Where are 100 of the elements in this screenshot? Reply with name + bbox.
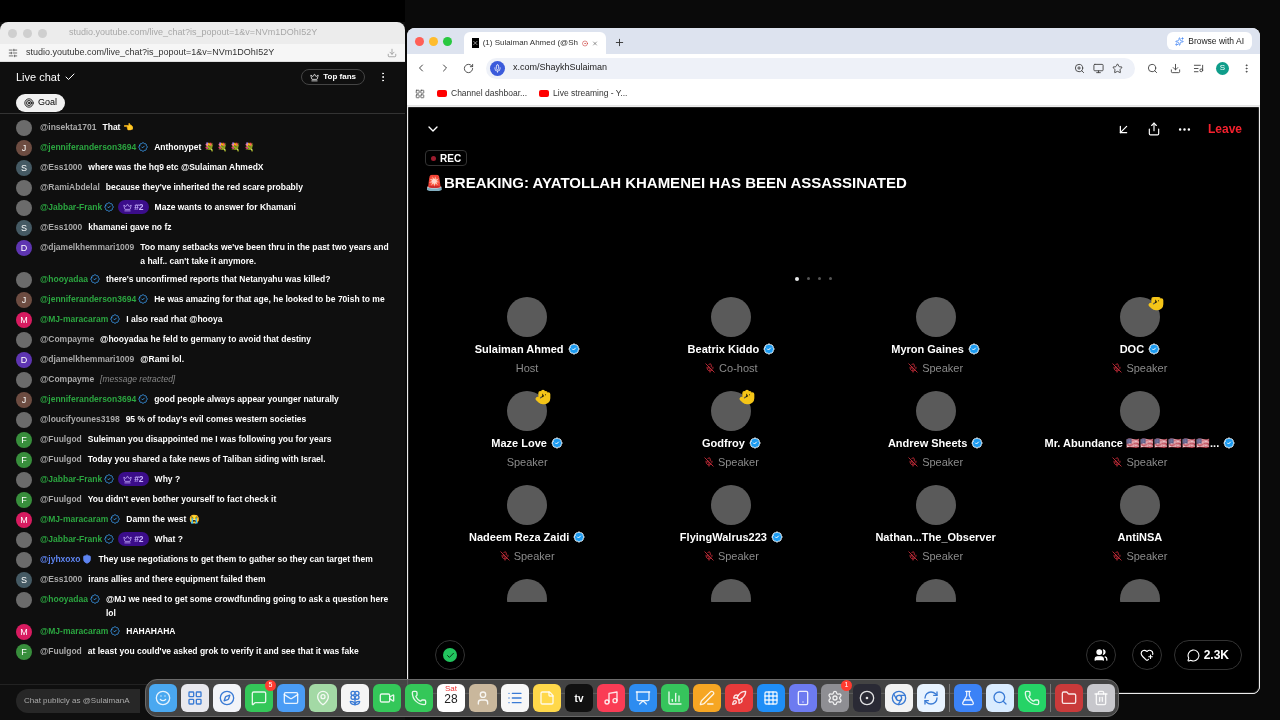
address-bar[interactable]: x.com/ShaykhSulaiman xyxy=(486,57,1135,79)
chat-author[interactable]: @djamelkhemmari1009 xyxy=(40,352,135,366)
avatar-photo-placeholder xyxy=(16,552,32,568)
chat-message: 95 % of today's evil comes western societies xyxy=(125,413,307,426)
chat-message: Damn the west 😭 xyxy=(126,513,200,526)
avatar-photo-placeholder[interactable] xyxy=(1119,296,1160,337)
sync-app-icon[interactable] xyxy=(917,684,945,712)
media-controls-icon[interactable] xyxy=(1193,62,1204,74)
avatar-photo-placeholder xyxy=(16,120,32,136)
bookmark-link[interactable]: Channel dashboar... xyxy=(437,87,528,100)
chat-author[interactable]: @hooyadaa xyxy=(40,592,88,606)
goal-button[interactable]: Goal xyxy=(16,93,65,112)
avatar-photo-placeholder[interactable] xyxy=(507,390,548,431)
rocket-app-icon[interactable] xyxy=(725,684,753,712)
trash-app-icon[interactable] xyxy=(1087,684,1115,712)
photos-app-icon[interactable] xyxy=(341,684,369,712)
chat-author[interactable]: @insekta1701 xyxy=(40,120,97,134)
messages-app-icon[interactable] xyxy=(245,684,273,712)
tv-app-icon[interactable]: tv xyxy=(565,684,593,712)
speaker-role: Speaker xyxy=(922,549,964,564)
chat-message: That 👈 xyxy=(102,121,134,134)
device-app-icon[interactable] xyxy=(789,684,817,712)
launchpad-app-icon[interactable] xyxy=(181,684,209,712)
chat-author[interactable]: @jenniferanderson3694 xyxy=(40,140,137,154)
chat-author[interactable]: @djamelkhemmari1009 xyxy=(40,240,135,254)
member-badge-icon xyxy=(110,314,121,324)
reminders-app-icon[interactable] xyxy=(501,684,529,712)
music-app-icon[interactable] xyxy=(597,684,625,712)
chat-author[interactable]: @Ess1000 xyxy=(40,160,83,174)
notes-app-icon[interactable] xyxy=(533,684,561,712)
chat-author[interactable]: @Jabbar-Frank xyxy=(40,532,103,546)
install-icon[interactable] xyxy=(1093,62,1104,74)
site-settings-icon[interactable] xyxy=(8,47,18,58)
avatar-photo-placeholder xyxy=(16,332,32,348)
download-icon[interactable] xyxy=(1170,62,1181,74)
browser-tab[interactable]: (1) Sulaiman Ahmed (@Sh xyxy=(464,32,606,54)
chat-author[interactable]: @Compayme xyxy=(40,332,95,346)
live-chat-title: Live chat xyxy=(16,69,61,85)
contacts-app-icon[interactable] xyxy=(469,684,497,712)
chrome-app-icon[interactable] xyxy=(885,684,913,712)
phone-app-icon[interactable] xyxy=(405,684,433,712)
chat-author[interactable]: @jenniferanderson3694 xyxy=(40,392,137,406)
chat-message: What ? xyxy=(154,533,183,546)
settings-app-icon[interactable] xyxy=(821,684,849,712)
share-icon[interactable] xyxy=(1146,122,1161,136)
calendar-app-icon[interactable]: Sat 28 xyxy=(437,684,465,712)
apps-grid-icon[interactable] xyxy=(415,88,425,99)
comment-icon xyxy=(1186,648,1200,662)
chat-message: He was amazing for that age, he looked to be 70ish to me xyxy=(154,293,385,306)
mail-app-icon[interactable] xyxy=(277,684,305,712)
chat-author[interactable]: @Fuulgod xyxy=(40,492,82,506)
reload-icon[interactable] xyxy=(463,62,474,74)
chat-author[interactable]: @Fuulgod xyxy=(40,452,82,466)
speaker-name: DOC xyxy=(1119,341,1145,357)
chat-message: I also read rhat @hooya xyxy=(126,313,223,326)
new-tab-icon[interactable] xyxy=(614,37,625,48)
chat-author[interactable]: @jenniferanderson3694 xyxy=(40,292,137,306)
speaker-role: Host xyxy=(515,361,539,376)
chat-author[interactable]: @jyhxoxo xyxy=(40,552,81,566)
avatar-letter: J xyxy=(16,392,32,408)
appstore-app-icon[interactable] xyxy=(757,684,785,712)
zoom-icon[interactable] xyxy=(1074,62,1085,74)
chat-message: khamanei gave no fz xyxy=(88,221,172,234)
mic-icon[interactable] xyxy=(490,60,505,76)
numbers-app-icon[interactable] xyxy=(661,684,689,712)
bookmark-link[interactable]: Live streaming - Y... xyxy=(539,87,628,100)
maps-app-icon[interactable] xyxy=(309,684,337,712)
chat-author[interactable]: @MJ-maracaram xyxy=(40,512,109,526)
finder-app-icon[interactable] xyxy=(149,684,177,712)
chat-message: there's unconfirmed reports that Netanyahu was killed? xyxy=(105,273,331,286)
pages-app-icon[interactable] xyxy=(693,684,721,712)
chat-author[interactable]: @loucifyounes3198 xyxy=(40,412,120,426)
chat-author[interactable]: @RamiAbdelal xyxy=(40,180,100,194)
leave-button[interactable]: Leave xyxy=(1207,120,1242,138)
chat-author[interactable]: @Compayme xyxy=(40,372,95,386)
keynote-app-icon[interactable] xyxy=(629,684,657,712)
chat-author[interactable]: @Jabbar-Frank xyxy=(40,200,103,214)
chat-author[interactable]: @MJ-maracaram xyxy=(40,312,109,326)
avatar-photo-placeholder xyxy=(16,592,32,608)
chat-author[interactable]: @Fuulgod xyxy=(40,644,82,658)
tab-search-icon[interactable] xyxy=(1147,62,1158,74)
folder-app-icon[interactable] xyxy=(1055,684,1083,712)
chat-author[interactable]: @Ess1000 xyxy=(40,572,83,586)
chat-author[interactable]: @Ess1000 xyxy=(40,220,83,234)
chat-author[interactable]: @Fuulgod xyxy=(40,432,82,446)
avatar-photo-placeholder xyxy=(16,180,32,196)
chat-message: Too many setbacks we've been thru in the past two years and a half.. can't take it anymore. xyxy=(140,241,389,268)
speaker-name: Sulaiman Ahmed xyxy=(474,341,564,357)
avatar-photo-placeholder[interactable] xyxy=(711,390,752,431)
browse-with-ai-button[interactable]: Browse with AI xyxy=(1167,32,1252,50)
address-bar[interactable]: studio.youtube.com/live_chat?is_popout=1&v=NVm1DOhI52Y xyxy=(0,44,405,62)
facetime-app-icon[interactable] xyxy=(373,684,401,712)
chat-author[interactable]: @MJ-maracaram xyxy=(40,624,109,638)
chat-input-field[interactable]: Chat publicly as @SulaimanA xyxy=(16,688,140,713)
bookmark-star-icon[interactable] xyxy=(1112,62,1123,74)
chat-author[interactable]: @hooyadaa xyxy=(40,272,88,286)
member-badge-icon xyxy=(89,594,100,604)
safari-app-icon[interactable] xyxy=(213,684,241,712)
chat-author[interactable]: @Jabbar-Frank xyxy=(40,472,103,486)
speaker-name: Maze Love xyxy=(491,435,547,451)
